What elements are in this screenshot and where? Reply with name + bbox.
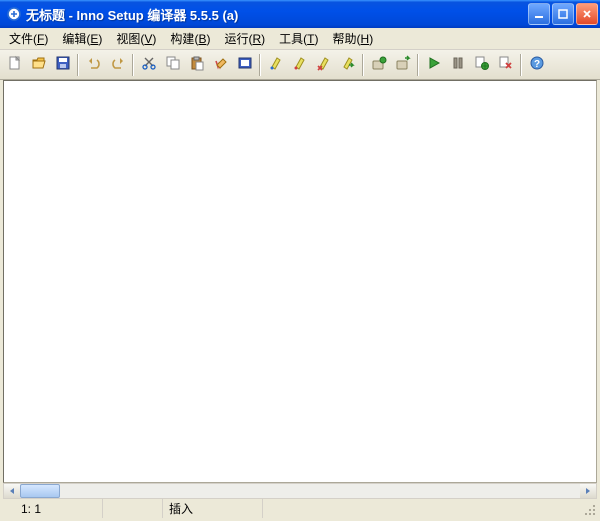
paste-button[interactable]: [185, 53, 208, 76]
minimize-button[interactable]: [528, 3, 550, 25]
marker-goto-button[interactable]: [336, 53, 359, 76]
marker-clear-button[interactable]: [312, 53, 335, 76]
find-button[interactable]: [233, 53, 256, 76]
toolbar-separator: [259, 54, 261, 76]
marker-delete-button[interactable]: [288, 53, 311, 76]
editor-area[interactable]: [3, 80, 597, 483]
compile-button[interactable]: [367, 53, 390, 76]
toolbar-separator: [77, 54, 79, 76]
compile-all-icon: [395, 55, 411, 74]
toolbar-separator: [362, 54, 364, 76]
status-position: 1: 1: [3, 499, 103, 518]
copy-icon: [165, 55, 181, 74]
scroll-thumb[interactable]: [20, 484, 60, 498]
toolbar: ?: [0, 50, 600, 80]
new-button[interactable]: [3, 53, 26, 76]
pause-icon: [450, 55, 466, 74]
save-icon: [55, 55, 71, 74]
run-icon: [426, 55, 442, 74]
menu-edit[interactable]: 编辑(E): [55, 28, 109, 49]
options-icon: [474, 55, 490, 74]
marker-set-button[interactable]: [264, 53, 287, 76]
resize-grip-icon[interactable]: [581, 501, 597, 517]
menu-run[interactable]: 运行(R): [217, 28, 272, 49]
toolbar-separator: [417, 54, 419, 76]
stop-button[interactable]: [494, 53, 517, 76]
new-icon: [7, 55, 23, 74]
stop-icon: [498, 55, 514, 74]
redo-icon: [110, 55, 126, 74]
cut-button[interactable]: [137, 53, 160, 76]
run-button[interactable]: [422, 53, 445, 76]
undo-icon: [86, 55, 102, 74]
scroll-track[interactable]: [20, 484, 580, 498]
marker-red-icon: [292, 55, 308, 74]
toolbar-separator: [520, 54, 522, 76]
scroll-right-button[interactable]: [580, 484, 596, 498]
toolbar-separator: [132, 54, 134, 76]
open-icon: [31, 55, 47, 74]
marker-blue-icon: [268, 55, 284, 74]
marker-clear-icon: [316, 55, 332, 74]
horizontal-scrollbar[interactable]: [3, 483, 597, 499]
menu-file[interactable]: 文件(F): [2, 28, 55, 49]
marker-goto-icon: [340, 55, 356, 74]
delete-button[interactable]: [209, 53, 232, 76]
menu-build[interactable]: 构建(B): [163, 28, 217, 49]
window-controls: [528, 3, 598, 25]
copy-button[interactable]: [161, 53, 184, 76]
app-icon: [6, 6, 22, 22]
status-bar: 1: 1 插入: [3, 499, 597, 518]
status-modified: [103, 499, 163, 518]
pause-button[interactable]: [446, 53, 469, 76]
save-button[interactable]: [51, 53, 74, 76]
close-button[interactable]: [576, 3, 598, 25]
paste-icon: [189, 55, 205, 74]
undo-button[interactable]: [82, 53, 105, 76]
menu-help[interactable]: 帮助(H): [326, 28, 381, 49]
title-bar: 无标题 - Inno Setup 编译器 5.5.5 (a): [0, 0, 600, 28]
help-button[interactable]: ?: [525, 53, 548, 76]
menu-tools[interactable]: 工具(T): [272, 28, 325, 49]
menu-bar: 文件(F) 编辑(E) 视图(V) 构建(B) 运行(R) 工具(T) 帮助(H…: [0, 28, 600, 50]
options-button[interactable]: [470, 53, 493, 76]
menu-view[interactable]: 视图(V): [109, 28, 163, 49]
maximize-button[interactable]: [552, 3, 574, 25]
cut-icon: [141, 55, 157, 74]
find-icon: [237, 55, 253, 74]
compile-icon: [371, 55, 387, 74]
open-button[interactable]: [27, 53, 50, 76]
help-icon: ?: [529, 55, 545, 74]
delete-icon: [213, 55, 229, 74]
window-title: 无标题 - Inno Setup 编译器 5.5.5 (a): [26, 5, 528, 24]
compile-all-button[interactable]: [391, 53, 414, 76]
redo-button[interactable]: [106, 53, 129, 76]
svg-text:?: ?: [533, 59, 539, 70]
scroll-left-button[interactable]: [4, 484, 20, 498]
status-message: [263, 499, 581, 518]
status-insert-mode: 插入: [163, 499, 263, 518]
